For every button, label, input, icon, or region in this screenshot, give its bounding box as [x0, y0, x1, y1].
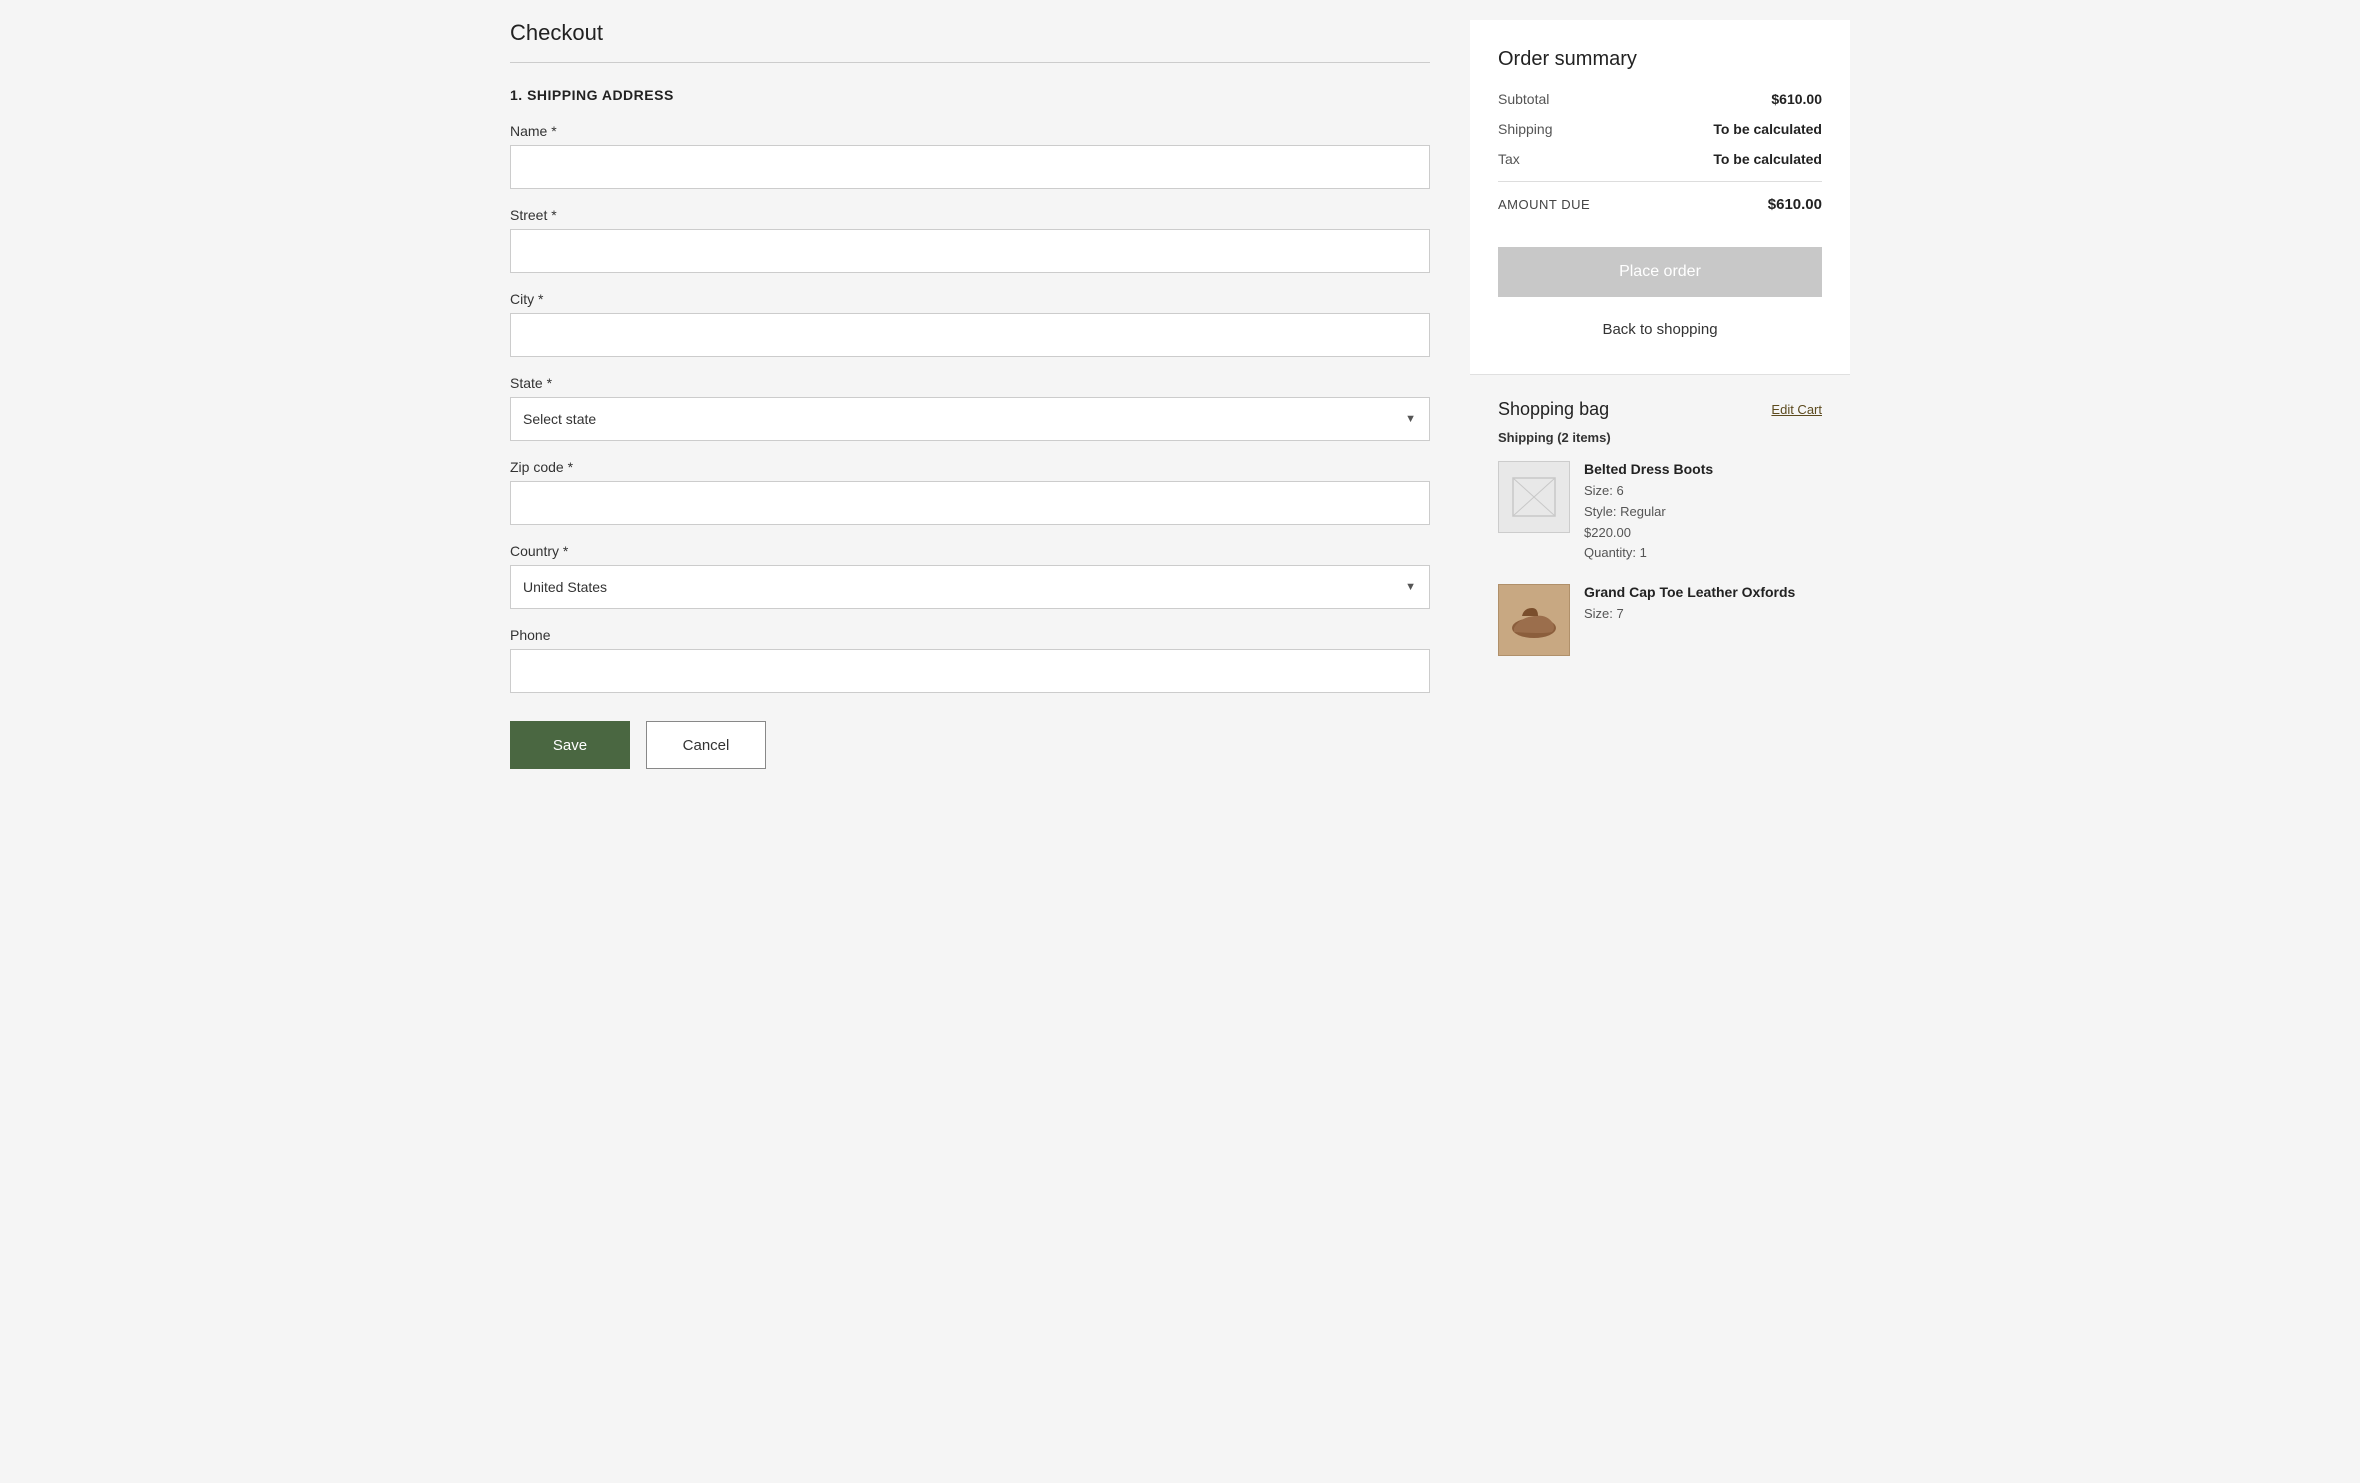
name-input[interactable] [510, 145, 1430, 189]
amount-due-label: AMOUNT DUE [1498, 197, 1590, 212]
city-input[interactable] [510, 313, 1430, 357]
subtotal-label: Subtotal [1498, 91, 1549, 107]
cart-item-name-2: Grand Cap Toe Leather Oxfords [1584, 584, 1822, 600]
shopping-bag-title: Shopping bag [1498, 399, 1609, 420]
amount-due-row: AMOUNT DUE $610.00 [1498, 196, 1822, 213]
tax-value: To be calculated [1713, 151, 1822, 167]
order-summary-section: Order summary Subtotal $610.00 Shipping … [1470, 20, 1850, 700]
shipping-items-label: Shipping (2 items) [1498, 430, 1822, 445]
shopping-bag-header: Shopping bag Edit Cart [1498, 399, 1822, 420]
shipping-label: Shipping [1498, 121, 1553, 137]
cart-item-details-2: Grand Cap Toe Leather Oxfords Size: 7 [1584, 584, 1822, 656]
phone-input[interactable] [510, 649, 1430, 693]
city-field-group: City * [510, 291, 1430, 357]
cancel-button[interactable]: Cancel [646, 721, 766, 769]
header-divider [510, 62, 1430, 63]
zip-field-group: Zip code * [510, 459, 1430, 525]
state-field-group: State * Select stateAlabamaAlaskaArizona… [510, 375, 1430, 441]
shipping-row: Shipping To be calculated [1498, 121, 1822, 137]
cart-item: Belted Dress Boots Size: 6 Style: Regula… [1498, 461, 1822, 564]
zip-input[interactable] [510, 481, 1430, 525]
cart-item-style-1: Style: Regular [1584, 502, 1822, 523]
shopping-bag-card: Shopping bag Edit Cart Shipping (2 items… [1470, 374, 1850, 700]
cart-item-image-2 [1498, 584, 1570, 656]
phone-label: Phone [510, 627, 1430, 643]
right-panel: Order summary Subtotal $610.00 Shipping … [1470, 20, 1850, 769]
street-label: Street * [510, 207, 1430, 223]
phone-field-group: Phone [510, 627, 1430, 693]
amount-due-value: $610.00 [1768, 196, 1822, 213]
subtotal-value: $610.00 [1771, 91, 1822, 107]
cart-item-name-1: Belted Dress Boots [1584, 461, 1822, 477]
street-field-group: Street * [510, 207, 1430, 273]
state-select[interactable]: Select stateAlabamaAlaskaArizonaArkansas… [510, 397, 1430, 441]
tax-label: Tax [1498, 151, 1520, 167]
state-select-wrapper: Select stateAlabamaAlaskaArizonaArkansas… [510, 397, 1430, 441]
cart-item-size-2: Size: 7 [1584, 604, 1822, 625]
country-select-wrapper: United StatesCanadaUnited KingdomAustral… [510, 565, 1430, 609]
cart-item-size-1: Size: 6 [1584, 481, 1822, 502]
page-title: Checkout [510, 20, 1430, 46]
tax-row: Tax To be calculated [1498, 151, 1822, 167]
order-summary-card: Order summary Subtotal $610.00 Shipping … [1470, 20, 1850, 374]
street-input[interactable] [510, 229, 1430, 273]
back-to-shopping-button[interactable]: Back to shopping [1498, 313, 1822, 346]
order-summary-title: Order summary [1498, 48, 1822, 71]
cart-item: Grand Cap Toe Leather Oxfords Size: 7 [1498, 584, 1822, 656]
country-label: Country * [510, 543, 1430, 559]
image-placeholder-icon [1512, 477, 1556, 517]
country-field-group: Country * United StatesCanadaUnited King… [510, 543, 1430, 609]
cart-item-details-1: Belted Dress Boots Size: 6 Style: Regula… [1584, 461, 1822, 564]
form-buttons: Save Cancel [510, 721, 1430, 769]
place-order-button[interactable]: Place order [1498, 247, 1822, 297]
edit-cart-link[interactable]: Edit Cart [1771, 402, 1822, 417]
city-label: City * [510, 291, 1430, 307]
name-label: Name * [510, 123, 1430, 139]
country-select[interactable]: United StatesCanadaUnited KingdomAustral… [510, 565, 1430, 609]
cart-item-qty-1: Quantity: 1 [1584, 543, 1822, 564]
name-field-group: Name * [510, 123, 1430, 189]
subtotal-row: Subtotal $610.00 [1498, 91, 1822, 107]
shoe-icon [1504, 590, 1564, 650]
summary-divider [1498, 181, 1822, 182]
cart-item-price-1: $220.00 [1584, 523, 1822, 544]
section-title: 1. SHIPPING ADDRESS [510, 87, 1430, 103]
shipping-value: To be calculated [1713, 121, 1822, 137]
save-button[interactable]: Save [510, 721, 630, 769]
state-label: State * [510, 375, 1430, 391]
zip-label: Zip code * [510, 459, 1430, 475]
cart-item-image-1 [1498, 461, 1570, 533]
